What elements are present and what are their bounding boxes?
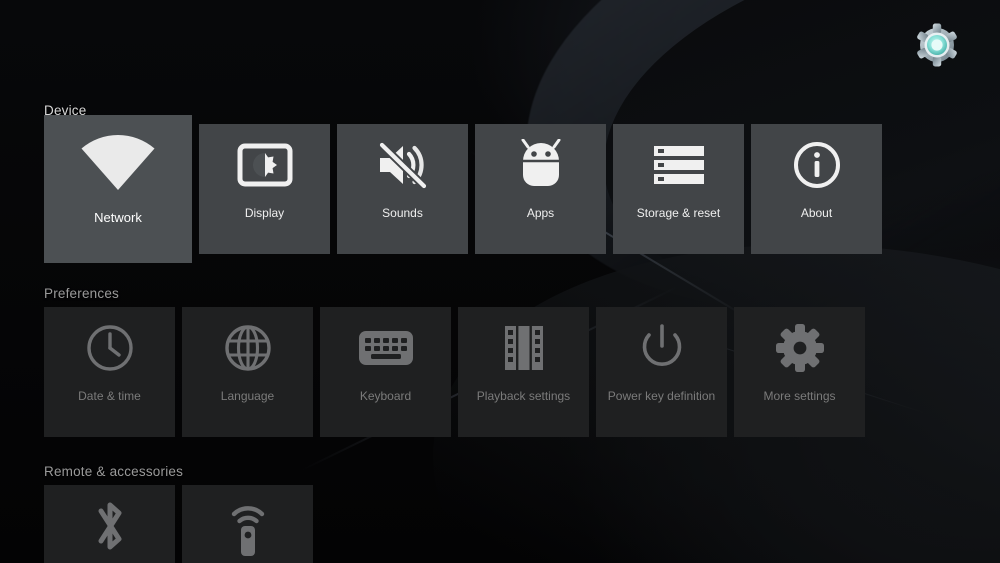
tile-display[interactable]: Display: [199, 124, 330, 254]
section-device: Device Network Display Sounds Apps Stora…: [44, 103, 889, 263]
tile-label-language: Language: [220, 389, 275, 403]
tile-date-time[interactable]: Date & time: [44, 307, 175, 437]
tile-row-preferences: Date & time Language Keyboard Playback s…: [44, 307, 872, 437]
section-preferences: Preferences Date & time Language Keyboar…: [44, 286, 872, 437]
tile-bluetooth[interactable]: [44, 485, 175, 563]
tile-label-network: Network: [94, 210, 142, 225]
tile-label-power-key-definition: Power key definition: [607, 389, 716, 403]
section-label-remote-accessories: Remote & accessories: [44, 464, 184, 479]
tile-label-date-time: Date & time: [78, 389, 141, 403]
tile-power-key-definition[interactable]: Power key definition: [596, 307, 727, 437]
settings-sections: Device Network Display Sounds Apps Stora…: [0, 0, 1000, 563]
clock-icon: [44, 307, 175, 389]
tile-playback-settings[interactable]: Playback settings: [458, 307, 589, 437]
tile-about[interactable]: About: [751, 124, 882, 254]
tile-label-keyboard: Keyboard: [359, 389, 412, 403]
section-remote-accessories: Remote & accessories: [44, 464, 320, 563]
tile-row-device: Network Display Sounds Apps Storage & re…: [44, 115, 889, 263]
wifi-icon: [44, 115, 192, 211]
remote-icon: [182, 485, 313, 563]
storage-icon: [613, 124, 744, 206]
tile-label-display: Display: [244, 206, 285, 220]
tile-storage-reset[interactable]: Storage & reset: [613, 124, 744, 254]
section-label-preferences: Preferences: [44, 286, 119, 301]
tile-label-playback-settings: Playback settings: [476, 389, 571, 403]
tile-label-apps: Apps: [526, 206, 555, 220]
info-circle-icon: [751, 124, 882, 206]
tile-apps[interactable]: Apps: [475, 124, 606, 254]
keyboard-icon: [320, 307, 451, 389]
tile-row-remote-accessories: [44, 485, 320, 563]
tile-language[interactable]: Language: [182, 307, 313, 437]
brightness-icon: [199, 124, 330, 206]
tile-keyboard[interactable]: Keyboard: [320, 307, 451, 437]
android-robot-icon: [475, 124, 606, 206]
power-icon: [596, 307, 727, 389]
tile-label-about: About: [800, 206, 833, 220]
bluetooth-icon: [44, 485, 175, 563]
tile-label-sounds: Sounds: [382, 206, 423, 220]
settings-screen: Device Network Display Sounds Apps Stora…: [0, 0, 1000, 563]
tile-label-storage-reset: Storage & reset: [636, 206, 721, 220]
tile-network[interactable]: Network: [44, 115, 192, 263]
gear-icon: [734, 307, 865, 389]
tile-remote[interactable]: [182, 485, 313, 563]
tile-label-more-settings: More settings: [763, 389, 836, 403]
tile-more-settings[interactable]: More settings: [734, 307, 865, 437]
globe-icon: [182, 307, 313, 389]
film-icon: [458, 307, 589, 389]
volume-off-icon: [337, 124, 468, 206]
tile-sounds[interactable]: Sounds: [337, 124, 468, 254]
